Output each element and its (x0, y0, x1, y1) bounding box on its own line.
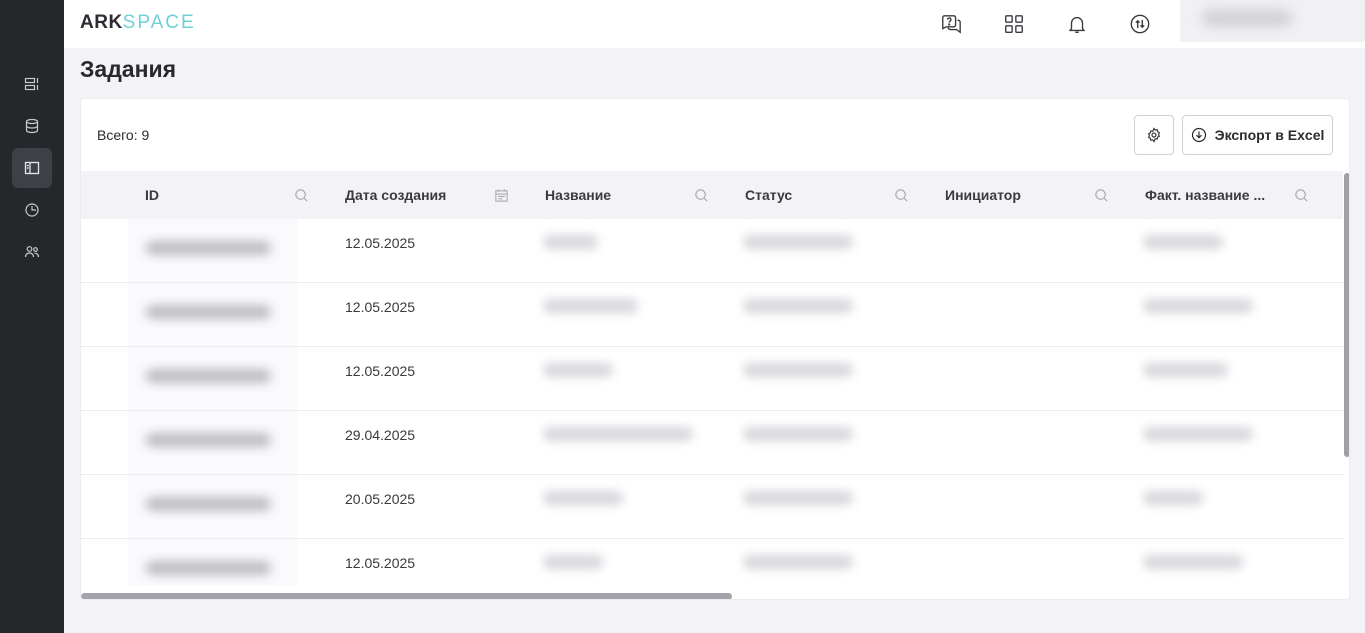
logo-part-ark: ARK (80, 12, 123, 33)
column-label: Статус (745, 187, 793, 203)
clock-chart-icon (25, 203, 39, 217)
row-created-date: 12.05.2025 (345, 555, 416, 571)
row-created-date: 29.04.2025 (345, 427, 416, 443)
redacted-actual-name (1143, 299, 1253, 313)
total-count: Всего: 9 (97, 127, 150, 143)
table-row[interactable]: 12.05.2025 (81, 283, 1343, 347)
redacted-id (146, 561, 271, 575)
redacted-status (743, 299, 853, 313)
logo-part-space: SPACE (122, 12, 196, 33)
column-header-status[interactable]: Статус (745, 171, 792, 219)
redacted-name (543, 235, 598, 249)
user-profile-menu[interactable] (1180, 0, 1365, 42)
sidebar-item-tasks[interactable] (12, 148, 52, 188)
search-icon[interactable] (893, 187, 909, 203)
redacted-id (146, 369, 271, 383)
row-created-date: 12.05.2025 (345, 235, 416, 251)
apps-grid-icon (1005, 15, 1023, 33)
export-excel-button[interactable]: Экспорт в Excel (1182, 115, 1333, 155)
redacted-actual-name (1143, 491, 1203, 505)
gear-icon (1147, 127, 1161, 143)
help-chat-icon (942, 15, 961, 34)
search-icon[interactable] (693, 187, 709, 203)
search-icon[interactable] (293, 187, 309, 203)
sync-arrows-icon (1130, 14, 1150, 34)
download-icon (1191, 127, 1206, 143)
row-id-cell (128, 219, 298, 283)
tasks-table-card: Всего: 9 Экспорт в Excel ID Дата создани… (80, 98, 1350, 600)
sidebar-item-users[interactable] (12, 232, 52, 272)
bell-icon (1068, 16, 1086, 33)
database-icon (25, 118, 39, 134)
layout-sidebar-icon (24, 161, 40, 175)
vertical-scrollbar-thumb[interactable] (1344, 173, 1349, 457)
redacted-name (543, 363, 613, 377)
column-header-name[interactable]: Название (545, 171, 611, 219)
sidebar-item-list-panel[interactable] (12, 64, 52, 104)
column-header-actual-name[interactable]: Факт. название ... (1145, 171, 1265, 219)
sync-button[interactable] (1128, 12, 1152, 36)
notifications-button[interactable] (1065, 12, 1089, 36)
column-label: Факт. название ... (1145, 187, 1266, 203)
redacted-name (543, 299, 638, 313)
table-row[interactable]: 12.05.2025 (81, 347, 1343, 411)
column-header-created-date[interactable]: Дата создания (345, 171, 446, 219)
row-id-cell (128, 475, 298, 539)
column-label: Название (545, 187, 612, 203)
column-label: ID (145, 187, 159, 203)
row-created-date: 12.05.2025 (345, 299, 416, 315)
table-row[interactable]: 20.05.2025 (81, 475, 1343, 539)
redacted-status (743, 427, 853, 441)
table-header: ID Дата создания Название Статус Инициат… (81, 171, 1343, 219)
row-created-date: 12.05.2025 (345, 363, 416, 379)
redacted-status (743, 235, 853, 249)
redacted-actual-name (1143, 235, 1223, 249)
list-panel-icon (24, 77, 39, 91)
top-header: ARK SPACE (64, 0, 1365, 48)
page-title: Задания (80, 56, 177, 82)
redacted-id (146, 497, 271, 511)
redacted-id (146, 241, 271, 255)
search-icon[interactable] (1093, 187, 1109, 203)
redacted-name (543, 427, 693, 441)
column-header-id[interactable]: ID (145, 171, 159, 219)
table-row[interactable]: 29.04.2025 (81, 411, 1343, 475)
search-icon[interactable] (1293, 187, 1309, 203)
column-label: Дата создания (345, 187, 447, 203)
table-body: 12.05.2025 12.05.2025 12.05.2025 29.04.2… (81, 219, 1343, 585)
redacted-id (146, 433, 271, 447)
users-icon (24, 246, 40, 258)
redacted-name (543, 491, 623, 505)
help-chat-button[interactable] (939, 12, 963, 36)
row-created-date: 20.05.2025 (345, 491, 416, 507)
column-label: Инициатор (945, 187, 1021, 203)
row-id-cell (128, 347, 298, 411)
redacted-status (743, 363, 853, 377)
redacted-status (743, 491, 853, 505)
apps-grid-button[interactable] (1002, 12, 1026, 36)
horizontal-scrollbar-thumb[interactable] (81, 593, 732, 599)
row-id-cell (128, 411, 298, 475)
redacted-actual-name (1143, 555, 1243, 569)
redacted-status (743, 555, 853, 569)
sidebar-item-history[interactable] (12, 190, 52, 230)
table-row[interactable]: 12.05.2025 (81, 219, 1343, 283)
sidebar-item-database[interactable] (12, 106, 52, 146)
redacted-name (543, 555, 603, 569)
redacted-id (146, 305, 271, 319)
calendar-icon[interactable] (493, 187, 509, 203)
redacted-actual-name (1143, 427, 1253, 441)
row-id-cell (128, 539, 298, 585)
export-excel-label: Экспорт в Excel (1214, 127, 1325, 143)
redacted-actual-name (1143, 363, 1228, 377)
sidebar (0, 0, 64, 633)
table-row[interactable]: 12.05.2025 (81, 539, 1343, 585)
user-name-redacted (1202, 10, 1292, 26)
table-settings-button[interactable] (1134, 115, 1174, 155)
app-logo[interactable]: ARK SPACE (80, 12, 196, 34)
row-id-cell (128, 283, 298, 347)
column-header-initiator[interactable]: Инициатор (945, 171, 1021, 219)
